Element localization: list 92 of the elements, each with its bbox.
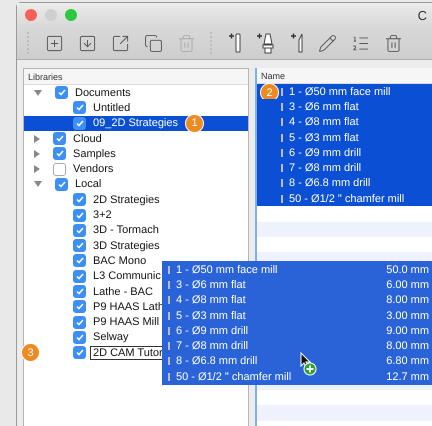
add-holder-icon[interactable] xyxy=(256,32,276,54)
tree-item[interactable]: Samples xyxy=(71,148,118,160)
tool-name: 5 - Ø3 mm flat xyxy=(289,132,359,144)
tool-name: 3 - Ø6 mm flat xyxy=(289,100,359,113)
tool-name: 8 - Ø6.8 mm drill xyxy=(289,177,370,190)
tool-name: 4 - Ø8 mm flat xyxy=(289,116,359,128)
step-badge: 3 xyxy=(21,343,40,362)
tree-item[interactable]: 2D Strategies xyxy=(91,194,162,206)
tree-item[interactable]: Lathe - BAC xyxy=(91,286,155,298)
checkbox[interactable] xyxy=(73,208,86,222)
tree-item[interactable]: BAC Mono xyxy=(91,254,148,267)
tool-name: 7 - Ø8 mm drill xyxy=(176,340,248,352)
checkbox[interactable] xyxy=(53,147,66,160)
tool-row[interactable]: 6 - Ø9 mm drill xyxy=(257,145,432,160)
checkbox[interactable] xyxy=(55,86,68,100)
checkbox[interactable] xyxy=(73,193,86,206)
tool-row[interactable]: 4 - Ø8 mm flat xyxy=(257,114,432,130)
tree-item[interactable]: P9 HAAS Mill xyxy=(91,316,162,328)
duplicate-icon[interactable] xyxy=(144,34,163,52)
disclosure-triangle-icon[interactable] xyxy=(34,90,42,96)
import-icon[interactable] xyxy=(78,34,97,52)
tool-row[interactable]: 8 - Ø6.8 mm drill xyxy=(257,176,432,192)
tool-name: 6 - Ø9 mm drill xyxy=(289,146,362,159)
tree-item[interactable]: Documents xyxy=(73,86,133,99)
zoom-button[interactable] xyxy=(65,9,77,21)
tool-row[interactable]: 2 1 - Ø50 mm face mill xyxy=(257,84,432,100)
column-header: Libraries xyxy=(24,69,248,85)
column-header: Name xyxy=(257,68,432,84)
numbering-icon[interactable] xyxy=(351,34,370,52)
checkbox[interactable] xyxy=(53,132,66,146)
tree-item[interactable]: Local xyxy=(73,178,104,190)
add-tool-icon[interactable] xyxy=(228,32,242,54)
tool-diameter: 12.7 mm xyxy=(386,370,429,383)
tree-item[interactable]: Selway xyxy=(91,331,130,344)
disclosure-triangle-icon[interactable] xyxy=(34,134,40,143)
checkbox[interactable] xyxy=(73,270,86,283)
checkbox[interactable] xyxy=(73,254,86,268)
tool-row[interactable]: 3 - Ø6 mm flat xyxy=(257,99,432,115)
pencil-icon[interactable] xyxy=(318,34,337,52)
export-icon[interactable] xyxy=(111,34,130,52)
close-button[interactable] xyxy=(25,9,37,21)
checkmark-icon xyxy=(58,89,66,96)
disclosure-triangle-icon[interactable] xyxy=(34,181,42,188)
tool-diameter: 8.00 mm xyxy=(386,294,429,306)
add-cutter-icon[interactable] xyxy=(290,32,304,54)
checkbox[interactable] xyxy=(73,101,86,114)
tool-name: 1 - Ø50 mm face mill xyxy=(176,264,278,276)
checkbox[interactable] xyxy=(73,239,86,252)
copy-cursor-icon xyxy=(300,352,318,376)
tree-item[interactable]: Cloud xyxy=(71,132,104,145)
tree-item-label: 09_2D Strategies xyxy=(92,117,179,130)
tool-diameter: 8.00 mm xyxy=(386,340,429,352)
tool-row[interactable]: 5 - Ø3 mm flat xyxy=(257,130,432,146)
tool-name: 50 - Ø1/2 " chamfer mill xyxy=(289,192,404,205)
tool-diameter: 6.80 mm xyxy=(386,355,429,368)
tool-name: 5 - Ø3 mm flat xyxy=(176,310,246,322)
tree-item[interactable]: 3D - Tormach xyxy=(91,224,161,236)
tool-name: 8 - Ø6.8 mm drill xyxy=(176,355,258,368)
trash-icon[interactable] xyxy=(384,34,403,52)
tree-item[interactable]: Vendors xyxy=(71,163,116,176)
disclosure-triangle-icon[interactable] xyxy=(34,165,40,174)
new-library-icon[interactable] xyxy=(45,34,64,52)
checkbox[interactable] xyxy=(73,346,86,360)
disclosure-triangle-icon[interactable] xyxy=(34,150,40,158)
tool-name: 4 - Ø8 mm flat xyxy=(176,294,246,306)
tool-row[interactable]: 50 - Ø1/2 " chamfer mill xyxy=(257,191,432,206)
tool-name: 50 - Ø1/2 " chamfer mill xyxy=(176,370,292,383)
tree-item[interactable]: L3 Communic xyxy=(91,270,163,282)
tool-diameter: 6.00 mm xyxy=(386,278,429,291)
checkbox[interactable] xyxy=(73,330,86,344)
checkbox[interactable] xyxy=(55,178,68,191)
checkmark-icon xyxy=(58,180,66,188)
tree-item[interactable]: 3D Strategies xyxy=(91,240,162,252)
checkbox[interactable] xyxy=(73,316,86,329)
tool-name: 3 - Ø6 mm flat xyxy=(176,278,246,291)
tree-item[interactable]: 09_2D Strategies 1 xyxy=(24,116,248,131)
checkbox[interactable] xyxy=(73,300,86,314)
tool-name: 6 - Ø9 mm drill xyxy=(176,324,248,337)
checkbox[interactable] xyxy=(73,116,86,130)
tool-diameter: 9.00 mm xyxy=(386,324,429,337)
checkbox[interactable] xyxy=(73,285,86,298)
tool-name: 7 - Ø8 mm drill xyxy=(289,162,362,174)
tree-item[interactable]: Untitled xyxy=(91,102,132,114)
tool-diameter: 3.00 mm xyxy=(386,310,429,322)
tool-diameter: 50.0 mm xyxy=(386,264,429,276)
step-badge: 1 xyxy=(185,114,204,133)
tool-name: 1 - Ø50 mm face mill xyxy=(289,86,390,98)
window-title: C xyxy=(418,8,427,22)
tree-item[interactable]: 3+2 xyxy=(91,209,114,222)
tool-row[interactable]: 7 - Ø8 mm drill xyxy=(257,160,432,176)
checkbox[interactable] xyxy=(53,162,66,176)
checkbox[interactable] xyxy=(73,224,86,237)
